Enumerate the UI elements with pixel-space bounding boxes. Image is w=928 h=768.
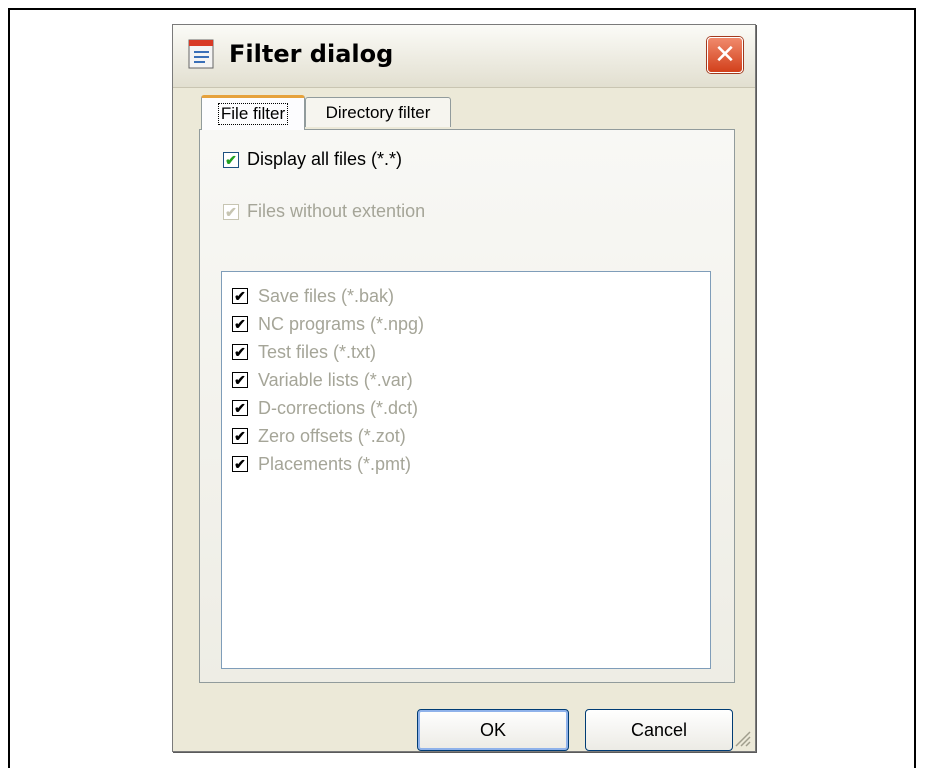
files-without-extension-checkbox[interactable]: ✔ Files without extention	[223, 201, 425, 222]
list-item[interactable]: ✔ Placements (*.pmt)	[232, 450, 411, 478]
close-icon: ✕	[714, 40, 736, 70]
checkmark-icon: ✔	[232, 316, 248, 332]
list-item-label: Save files (*.bak)	[258, 285, 395, 306]
app-icon	[188, 39, 214, 69]
dialog-title: Filter dialog	[229, 40, 394, 68]
resize-grip-icon[interactable]	[731, 727, 751, 747]
tab-directory-filter-label: Directory filter	[325, 102, 431, 122]
close-button[interactable]: ✕	[707, 37, 743, 73]
list-item-label: Zero offsets (*.zot)	[258, 425, 406, 446]
list-item[interactable]: ✔ Zero offsets (*.zot)	[232, 422, 406, 450]
tab-file-filter[interactable]: File filter	[201, 95, 305, 130]
file-type-list[interactable]: ✔ Save files (*.bak) ✔ NC programs (*.np…	[221, 271, 711, 669]
list-item[interactable]: ✔ NC programs (*.npg)	[232, 310, 424, 338]
files-without-extension-label: Files without extention	[247, 201, 426, 221]
display-all-files-label: Display all files (*.*)	[247, 149, 403, 169]
checkmark-icon: ✔	[232, 372, 248, 388]
list-item[interactable]: ✔ Test files (*.txt)	[232, 338, 376, 366]
ok-button[interactable]: OK	[417, 709, 569, 751]
list-item-label: Test files (*.txt)	[258, 341, 377, 362]
list-item[interactable]: ✔ Variable lists (*.var)	[232, 366, 413, 394]
tab-file-filter-label: File filter	[217, 103, 289, 125]
filter-dialog: Filter dialog ✕ File filter Directory fi…	[172, 24, 756, 752]
list-item-label: Placements (*.pmt)	[258, 453, 412, 474]
title-bar[interactable]: Filter dialog ✕	[173, 25, 755, 88]
checkmark-icon: ✔	[232, 428, 248, 444]
list-item[interactable]: ✔ D-corrections (*.dct)	[232, 394, 418, 422]
tab-directory-filter[interactable]: Directory filter	[305, 97, 451, 127]
list-item[interactable]: ✔ Save files (*.bak)	[232, 282, 394, 310]
cancel-button[interactable]: Cancel	[585, 709, 733, 751]
list-item-label: D-corrections (*.dct)	[258, 397, 419, 418]
checkmark-icon: ✔	[232, 288, 248, 304]
list-item-label: Variable lists (*.var)	[258, 369, 413, 390]
checkmark-icon: ✔	[232, 400, 248, 416]
checkmark-icon: ✔	[232, 344, 248, 360]
list-item-label: NC programs (*.npg)	[258, 313, 425, 334]
checkmark-icon: ✔	[232, 456, 248, 472]
display-all-files-checkbox[interactable]: ✔ Display all files (*.*)	[223, 149, 402, 170]
checkmark-icon: ✔	[223, 203, 239, 220]
checkmark-icon: ✔	[223, 151, 239, 168]
